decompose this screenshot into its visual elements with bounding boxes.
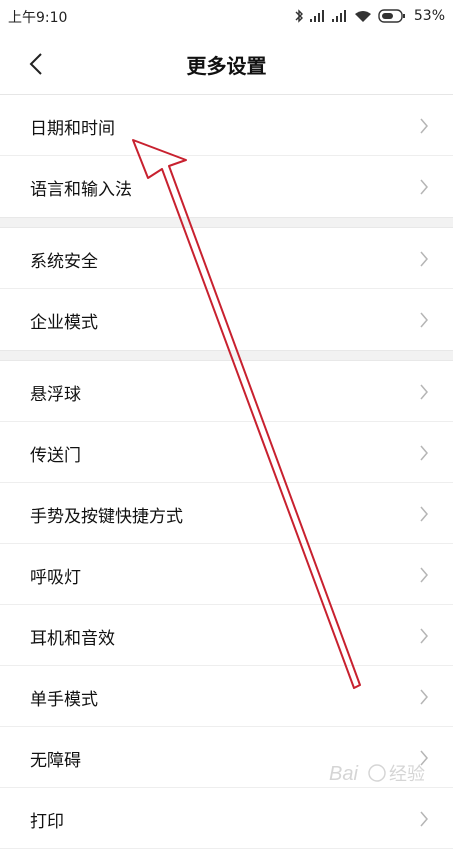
status-bar: 上午9:10 53% [0,0,453,32]
wifi-icon [354,10,371,22]
list-item-label: 手势及按键快捷方式 [30,507,183,527]
list-item-date-time[interactable]: 日期和时间 [0,95,453,156]
chevron-right-icon [420,689,428,705]
list-item-label: 单手模式 [30,690,98,710]
group-separator [0,350,453,361]
chevron-right-icon [420,506,428,522]
svg-text:经验: 经验 [389,764,425,785]
list-item-enterprise-mode[interactable]: 企业模式 [0,289,453,350]
chevron-right-icon [420,251,428,267]
list-item-floating-ball[interactable]: 悬浮球 [0,361,453,422]
group-separator [0,217,453,228]
watermark-logo: Bai 经验 [327,756,447,794]
page-title: 更多设置 [186,54,267,78]
status-time: 上午9:10 [8,10,68,26]
list-item-label: 悬浮球 [30,385,81,405]
battery-percent: 53% [413,8,445,24]
list-item-headphones-audio[interactable]: 耳机和音效 [0,605,453,666]
list-item-label: 呼吸灯 [30,568,81,588]
list-item-language-input[interactable]: 语言和输入法 [0,156,453,217]
list-item-gesture-shortcuts[interactable]: 手势及按键快捷方式 [0,483,453,544]
status-icons: 53% [294,6,445,26]
signal-icon [309,10,324,22]
list-item-label: 耳机和音效 [30,629,115,649]
list-item-label: 传送门 [30,446,81,466]
list-item-label: 系统安全 [30,252,98,272]
chevron-right-icon [420,312,428,328]
chevron-right-icon [420,445,428,461]
svg-text:Bai: Bai [329,763,358,785]
chevron-right-icon [420,628,428,644]
list-item-label: 日期和时间 [30,119,115,139]
chevron-right-icon [420,384,428,400]
list-item-breathing-light[interactable]: 呼吸灯 [0,544,453,605]
chevron-right-icon [420,567,428,583]
battery-icon [378,9,405,23]
bluetooth-icon [295,9,303,23]
title-bar: 更多设置 [0,32,453,94]
list-item-portal[interactable]: 传送门 [0,422,453,483]
list-item-label: 企业模式 [30,313,98,333]
list-item-system-security[interactable]: 系统安全 [0,228,453,289]
chevron-right-icon [420,179,428,195]
list-item-print[interactable]: 打印 [0,788,453,849]
signal-icon [331,10,346,22]
list-item-label: 无障碍 [30,751,81,771]
settings-list: 日期和时间 语言和输入法 系统安全 企业模式 悬浮球 传送门 手势及按键快捷方式… [0,95,453,849]
list-item-one-hand-mode[interactable]: 单手模式 [0,666,453,727]
chevron-right-icon [420,118,428,134]
list-item-label: 语言和输入法 [30,180,132,200]
chevron-right-icon [420,811,428,827]
